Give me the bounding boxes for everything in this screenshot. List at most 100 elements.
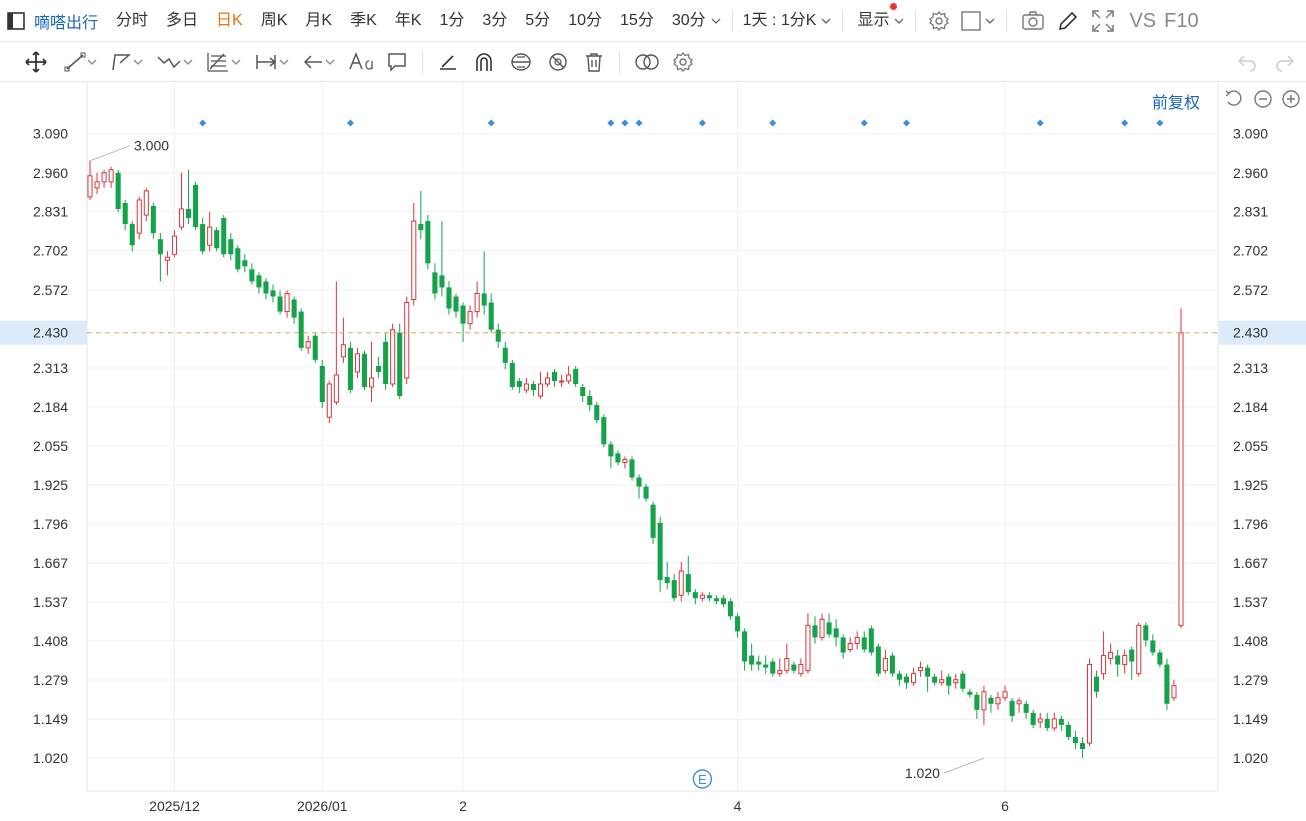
fibonacci-tool-icon[interactable]: [206, 51, 230, 73]
candle: [727, 598, 734, 620]
candle-body: [319, 365, 325, 403]
candle: [615, 450, 621, 466]
chevron-down-icon[interactable]: [86, 56, 98, 68]
undo-icon[interactable]: [1236, 51, 1258, 73]
sidebar-toggle-icon[interactable]: [6, 11, 26, 31]
candle: [882, 649, 888, 674]
candle-body: [432, 272, 438, 294]
period-tab[interactable]: 年K: [395, 0, 422, 42]
candle-body: [854, 636, 860, 644]
stock-title[interactable]: 嘀嗒出行: [34, 9, 98, 33]
candle-body: [263, 281, 269, 294]
arrow-tool-icon[interactable]: [302, 51, 324, 73]
y-tick-label: 1.149: [33, 711, 68, 727]
candle: [594, 402, 600, 424]
candle-body: [713, 598, 719, 602]
chevron-down-icon[interactable]: [984, 15, 996, 27]
candle: [418, 190, 424, 240]
chevron-down-icon[interactable]: [230, 56, 242, 68]
hide-drawings-icon[interactable]: [547, 51, 569, 73]
polyline-tool-icon[interactable]: [110, 51, 132, 73]
candle: [629, 456, 635, 481]
period-tab[interactable]: 分时: [116, 0, 148, 42]
period-tab[interactable]: 15分: [620, 0, 654, 42]
candle: [425, 215, 431, 270]
period-tab[interactable]: 季K: [350, 0, 377, 42]
candle: [960, 670, 966, 692]
candle: [340, 317, 346, 363]
settings-gear-icon[interactable]: [928, 10, 950, 32]
candle: [1072, 730, 1078, 750]
event-marker-icon: [902, 119, 910, 127]
candle-body: [108, 169, 114, 183]
candle-body: [1157, 652, 1163, 665]
period-tab[interactable]: 30分: [672, 0, 706, 42]
sync-icon[interactable]: [509, 51, 533, 73]
square-checkbox-icon[interactable]: [960, 10, 982, 32]
period-tab[interactable]: 1分: [439, 0, 464, 42]
candle-body: [354, 353, 361, 373]
candle: [200, 218, 206, 255]
candle: [889, 652, 895, 677]
drawing-settings-gear-icon[interactable]: [672, 51, 694, 73]
candle: [481, 251, 487, 315]
candle: [369, 341, 375, 403]
chevron-down-icon[interactable]: [893, 15, 905, 27]
redo-icon[interactable]: [1274, 51, 1296, 73]
candle: [298, 308, 304, 351]
period-tab[interactable]: 3分: [482, 0, 507, 42]
fullscreen-icon[interactable]: [1091, 9, 1115, 33]
candle-body: [340, 344, 346, 358]
chevron-down-icon[interactable]: [278, 56, 290, 68]
candle-body: [833, 628, 839, 638]
overlay-compare-icon[interactable]: [634, 51, 660, 73]
f10-button[interactable]: F10: [1164, 0, 1198, 42]
candle-body: [939, 679, 945, 684]
event-marker-icon: [1121, 119, 1129, 127]
multi-period-button[interactable]: 1天 : 1分K: [743, 0, 817, 42]
candle: [826, 613, 832, 638]
candle: [397, 323, 403, 400]
chevron-down-icon[interactable]: [324, 56, 336, 68]
candle: [742, 628, 748, 671]
display-button[interactable]: 显示: [857, 0, 889, 42]
vs-compare-button[interactable]: VS: [1129, 0, 1156, 42]
event-marker-icon: [487, 119, 495, 127]
candlestick-chart[interactable]: 3.090 3.090 2.960 2.960 2.831 2.831 2.702 2.702…: [0, 82, 1306, 821]
candle-body: [1171, 685, 1177, 699]
candle: [1108, 643, 1114, 665]
trash-icon[interactable]: [583, 51, 605, 73]
chevron-down-icon[interactable]: [132, 56, 144, 68]
chevron-down-icon[interactable]: [710, 15, 722, 27]
chevron-down-icon[interactable]: [820, 15, 832, 27]
candle: [854, 631, 860, 650]
period-tab[interactable]: 周K: [261, 0, 288, 42]
candle: [1115, 649, 1121, 677]
period-tab[interactable]: 10分: [568, 0, 602, 42]
x-tick-label: 2025/12: [149, 798, 200, 814]
wave-tool-icon[interactable]: [156, 51, 182, 73]
candle-body: [446, 287, 452, 309]
magnet-icon[interactable]: [473, 51, 495, 73]
line-tool-icon[interactable]: [64, 51, 86, 73]
camera-icon[interactable]: [1021, 10, 1045, 32]
period-tab[interactable]: 月K: [305, 0, 332, 42]
period-tab[interactable]: 5分: [525, 0, 550, 42]
period-tab[interactable]: 多日: [166, 0, 198, 42]
event-marker-icon: [1156, 119, 1164, 127]
move-cross-icon[interactable]: [24, 50, 48, 74]
chevron-down-icon[interactable]: [182, 56, 194, 68]
candle-body: [383, 341, 389, 384]
measure-tool-icon[interactable]: [254, 51, 278, 73]
comment-tool-icon[interactable]: [386, 51, 408, 73]
text-tool-icon[interactable]: [348, 51, 374, 73]
candle-body: [953, 679, 959, 684]
candle: [847, 637, 853, 653]
candle-body: [580, 387, 586, 397]
candle-body: [791, 664, 797, 671]
draw-line-icon[interactable]: [437, 51, 459, 73]
candle: [129, 221, 135, 252]
period-tab[interactable]: 日K: [216, 0, 243, 42]
pencil-icon[interactable]: [1057, 10, 1079, 32]
y-tick-label: 1.667: [1233, 555, 1268, 571]
